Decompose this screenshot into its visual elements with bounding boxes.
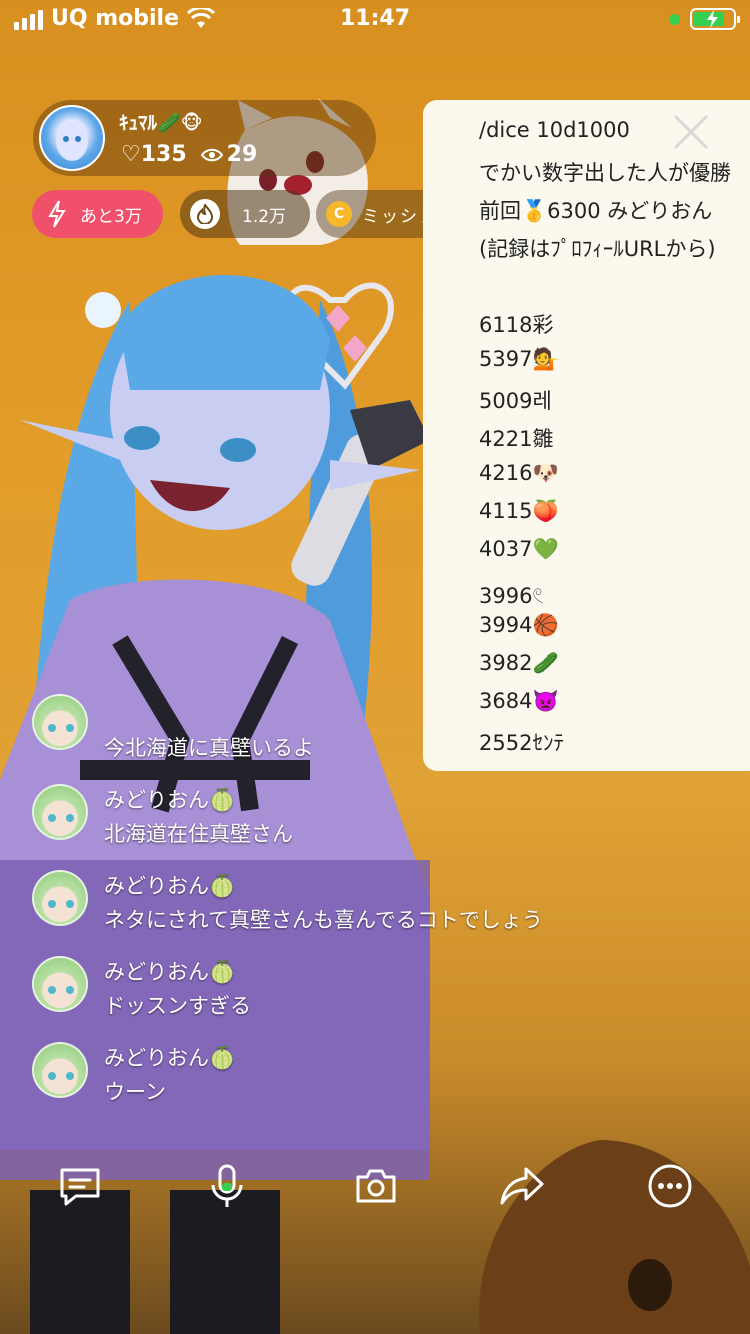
chat-message: みどりおん🍈 ドッスンすぎる (32, 956, 732, 1036)
share-icon (500, 1167, 544, 1205)
bottom-toolbar (0, 1150, 750, 1226)
dice-panel: /dice 10d1000 でかい数字出した人が優勝 前回🥇6300 みどりおん… (423, 100, 750, 771)
dice-score-item: 3684👿 (479, 689, 559, 713)
points-badge[interactable]: 1.2万 (180, 190, 310, 238)
dice-score-item: 5397💁 (479, 347, 559, 371)
dice-score-item: 5009레 (479, 389, 552, 413)
chat-message: みどりおん🍈 北海道在住真壁さん (32, 784, 732, 864)
dice-score-item: 3982🥒 (479, 651, 559, 675)
boost-label: あと3万 (80, 206, 142, 227)
host-avatar[interactable] (39, 105, 105, 171)
dice-record-note: (記録はﾌﾟﾛﾌｨｰﾙURLから) (479, 237, 716, 261)
more-icon (648, 1164, 692, 1208)
status-time: 11:47 (339, 6, 411, 31)
dice-score-item: 4221雛 (479, 427, 554, 451)
flame-icon (190, 199, 220, 229)
camera-button[interactable] (346, 1150, 406, 1222)
dice-score-item: 3994🏀 (479, 613, 559, 637)
viewers-count: 29 (226, 142, 258, 167)
dice-score-item: 4115🍑 (479, 499, 559, 523)
chat-username[interactable]: みどりおん🍈 (104, 956, 235, 986)
chat-text: 今北海道に真壁いるよ (104, 736, 314, 760)
chat-avatar[interactable] (32, 694, 88, 750)
host-card[interactable]: ｷｭﾏﾙ🥒🐵 ♡135 29 (33, 100, 376, 176)
chat-avatar[interactable] (32, 784, 88, 840)
chat-text: ウーン (104, 1080, 166, 1104)
microphone-button[interactable] (197, 1150, 257, 1222)
chat-message: みどりおん🍈 ネタにされて真壁さんも喜んでるコトでしょう (32, 870, 732, 950)
status-right (669, 8, 740, 30)
dice-score-item: 6118彩 (479, 313, 554, 337)
more-button[interactable] (640, 1150, 700, 1222)
dice-score-item: 4216🐶 (479, 461, 559, 485)
chat-text: 北海道在住真壁さん (104, 822, 293, 846)
chat-message: みどりおん🍈 ウーン (32, 1042, 732, 1122)
avatar-face-icon (56, 121, 88, 161)
dice-command: /dice 10d1000 (479, 118, 630, 142)
chat-text: ネタにされて真壁さんも喜んでるコトでしょう (104, 908, 543, 932)
chat-avatar[interactable] (32, 870, 88, 926)
dice-score-item: 4037💚 (479, 537, 559, 561)
dice-rule: でかい数字出した人が優勝 (479, 161, 731, 185)
dice-score-item: 3996𓏲 (479, 584, 544, 608)
viewer-stat: 29 (200, 142, 258, 167)
host-name: ｷｭﾏﾙ🥒🐵 (119, 112, 203, 134)
likes-count: ♡135 (121, 142, 187, 167)
status-bar: UQ mobile 11:47 (0, 0, 750, 40)
points-label: 1.2万 (242, 206, 287, 227)
lightning-icon (48, 200, 66, 228)
comment-button[interactable] (50, 1150, 110, 1222)
chat-avatar[interactable] (32, 1042, 88, 1098)
share-button[interactable] (492, 1150, 552, 1222)
close-icon[interactable] (671, 112, 711, 152)
chat-avatar[interactable] (32, 956, 88, 1012)
privacy-indicator-icon (669, 13, 680, 25)
coin-icon: C (326, 201, 352, 227)
host-stats: ♡135 29 (121, 142, 257, 167)
chat-username[interactable]: みどりおん🍈 (104, 870, 235, 900)
battery-icon (690, 8, 740, 30)
dice-previous-winner: 前回🥇6300 みどりおん (479, 199, 713, 223)
comment-icon (60, 1168, 100, 1206)
chat-text: ドッスンすぎる (104, 994, 251, 1018)
boost-badge[interactable]: あと3万 (32, 190, 163, 238)
chat-username[interactable]: みどりおん🍈 (104, 1042, 235, 1072)
chat-username[interactable]: みどりおん🍈 (104, 784, 235, 814)
eye-icon (200, 148, 223, 161)
microphone-icon (211, 1164, 243, 1207)
camera-icon (356, 1169, 396, 1203)
chat-message: 今北海道に真壁いるよ (32, 694, 732, 764)
